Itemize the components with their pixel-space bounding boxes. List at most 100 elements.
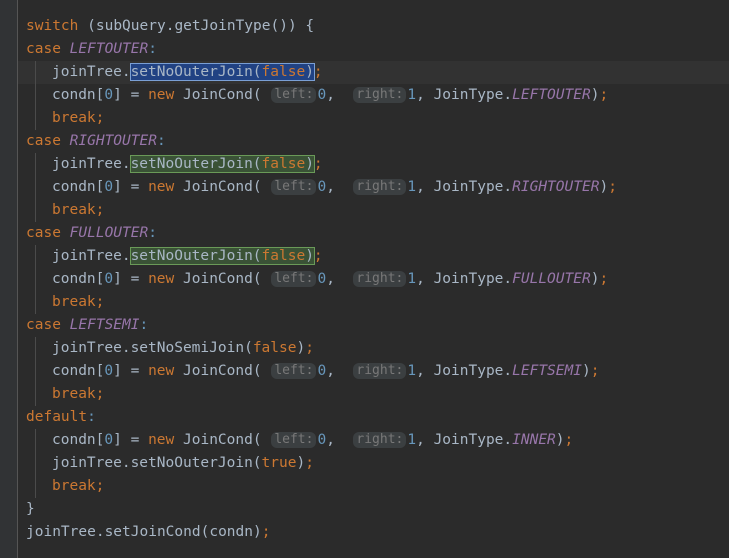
token-constant: FULLOUTER — [512, 271, 591, 287]
token-semicolon: ; — [313, 248, 323, 264]
token-dot: . — [121, 156, 131, 172]
code-line[interactable]: joinTree.setNoOuterJoin(true); — [0, 452, 729, 475]
token-number: 0 — [317, 363, 327, 379]
token-keyword: new — [148, 87, 175, 103]
inlay-hint-left[interactable]: left: — [271, 432, 317, 448]
code-line[interactable]: condn[0] = new JoinCond( left: 0, right: 1… — [0, 429, 729, 452]
code-line[interactable]: break; — [0, 291, 729, 314]
inlay-hint-right[interactable]: right: — [353, 179, 407, 195]
token-keyword: switch — [26, 18, 79, 34]
token-constant: RIGHTOUTER — [512, 179, 600, 195]
token-keyword: break — [52, 478, 96, 494]
code-line[interactable]: case FULLOUTER: — [0, 222, 729, 245]
token-semicolon: ; — [261, 524, 271, 540]
inlay-hint-right[interactable]: right: — [353, 271, 407, 287]
code-line[interactable]: switch (subQuery.getJoinType()) { — [0, 15, 729, 38]
token-type: JoinType — [433, 363, 504, 379]
code-line[interactable]: break; — [0, 475, 729, 498]
token-paren-open: ( — [244, 340, 253, 356]
code-line[interactable]: break; — [0, 199, 729, 222]
token-semicolon: ; — [608, 179, 617, 195]
token-semicolon: ; — [564, 432, 574, 448]
token-method: setNoOuterJoin — [130, 455, 253, 471]
code-line[interactable]: default: — [0, 406, 729, 429]
token-comma: , — [416, 87, 425, 103]
occurrence-highlight[interactable]: setNoOuterJoin(false) — [129, 155, 315, 173]
token-paren-open: ( — [252, 87, 271, 103]
token-number: 0 — [104, 179, 114, 195]
token-comma: , — [326, 179, 353, 195]
token-identifier: joinTree — [52, 340, 122, 356]
token-bracket-close: ] — [113, 87, 122, 103]
token-semicolon: ; — [305, 455, 314, 471]
token-comma: , — [416, 271, 425, 287]
token-number: 0 — [317, 87, 327, 103]
token-method: setNoOuterJoin — [130, 156, 253, 172]
token-boolean: false — [252, 340, 297, 356]
code-line[interactable]: break; — [0, 107, 729, 130]
code-lines[interactable]: switch (subQuery.getJoinType()) { case L… — [0, 0, 729, 558]
inlay-hint-left[interactable]: left: — [271, 271, 317, 287]
inlay-hint-left[interactable]: left: — [271, 363, 317, 379]
token-paren-close: ) — [279, 18, 288, 34]
code-line[interactable]: break; — [0, 383, 729, 406]
code-line[interactable]: condn[0] = new JoinCond( left: 0, right: 1… — [0, 268, 729, 291]
code-line[interactable]: joinTree.setNoOuterJoin(false); — [0, 153, 729, 176]
inlay-hint-right[interactable]: right: — [353, 87, 407, 103]
token-comma: , — [326, 271, 353, 287]
code-line[interactable]: condn[0] = new JoinCond( left: 0, right: 1… — [0, 84, 729, 107]
token-semicolon: ; — [95, 294, 105, 310]
inlay-hint-right[interactable]: right: — [353, 363, 407, 379]
token-paren-open: ( — [252, 156, 262, 172]
token-number: 0 — [104, 432, 114, 448]
token-identifier: condn — [52, 179, 96, 195]
token-colon: : — [87, 409, 96, 425]
token-semicolon: ; — [599, 271, 609, 287]
token-keyword: case — [26, 225, 61, 241]
token-keyword: default — [26, 409, 88, 425]
token-boolean: true — [261, 455, 297, 471]
inlay-hint-left[interactable]: left: — [271, 87, 317, 103]
inlay-hint-left[interactable]: left: — [271, 179, 317, 195]
token-paren-close: ) — [305, 248, 314, 264]
selected-text[interactable]: setNoOuterJoin(false) — [129, 63, 315, 81]
code-line[interactable]: condn[0] = new JoinCond( left: 0, right: 1… — [0, 360, 729, 383]
token-semicolon: ; — [95, 202, 105, 218]
code-line[interactable]: joinTree.setJoinCond(condn); — [0, 521, 729, 544]
token-type: JoinType — [433, 271, 504, 287]
token-semicolon: ; — [95, 478, 105, 494]
code-line[interactable]: case LEFTOUTER: — [0, 38, 729, 61]
token-comma: , — [326, 87, 353, 103]
token-method: setJoinCond — [104, 524, 201, 540]
token-comma: , — [416, 179, 425, 195]
code-line[interactable]: joinTree.setNoOuterJoin(false); — [0, 245, 729, 268]
token-paren-close: ) — [296, 455, 306, 471]
code-editor[interactable]: switch (subQuery.getJoinType()) { case L… — [0, 0, 729, 558]
code-line[interactable]: joinTree.setNoOuterJoin(false); — [0, 61, 729, 84]
code-line[interactable]: condn[0] = new JoinCond( left: 0, right: 1… — [0, 176, 729, 199]
token-paren-open: ( — [252, 271, 271, 287]
token-paren-open: ( — [252, 363, 271, 379]
token-dot: . — [95, 524, 105, 540]
inlay-hint-right[interactable]: right: — [353, 432, 407, 448]
code-line[interactable]: case LEFTSEMI: — [0, 314, 729, 337]
token-dot: . — [503, 87, 513, 103]
token-colon: : — [156, 133, 166, 149]
token-paren-close: ) — [581, 363, 591, 379]
code-line[interactable]: } — [0, 498, 729, 521]
occurrence-highlight[interactable]: setNoOuterJoin(false) — [129, 247, 315, 265]
code-line[interactable]: case RIGHTOUTER: — [0, 130, 729, 153]
code-line[interactable]: joinTree.setNoSemiJoin(false); — [0, 337, 729, 360]
token-paren-open: ( — [252, 432, 271, 448]
token-comma: , — [326, 363, 353, 379]
token-type: JoinType — [433, 432, 504, 448]
token-dot: . — [503, 271, 513, 287]
token-paren-close: ) — [296, 340, 306, 356]
